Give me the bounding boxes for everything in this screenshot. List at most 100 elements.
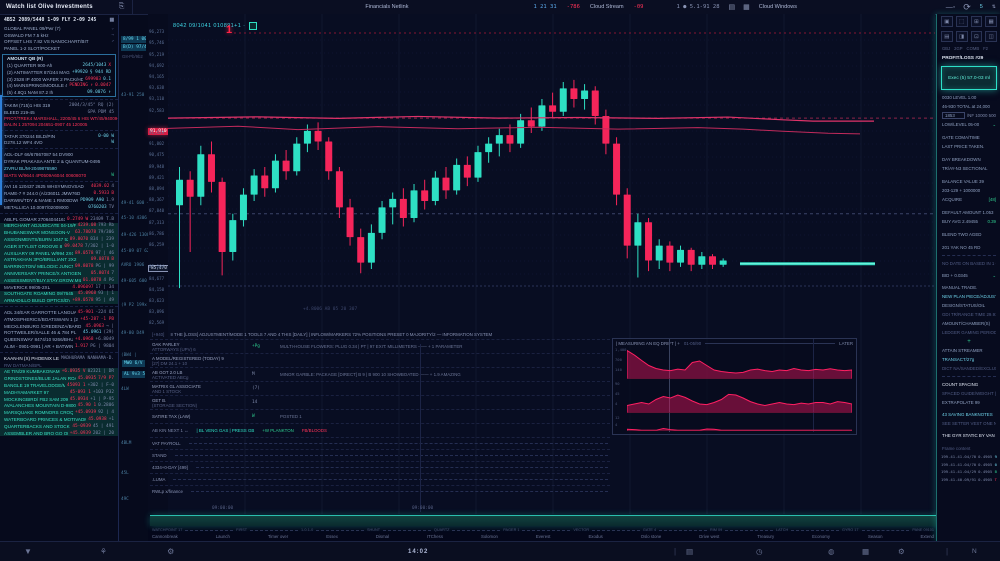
watchlist-row[interactable]: ARMADILLO BUILD OPTICS/DV+89.057895 | 49	[0, 297, 118, 304]
footer-column-label[interactable]: Season	[868, 534, 883, 539]
watchlist-row[interactable]: WATERBOARD PRINCES & MOTIVADM45.0938+1	[0, 416, 118, 423]
panel-row[interactable]: BUY AVG 2.494550.39	[937, 217, 1000, 226]
watchlist-row[interactable]: D278.12 WF4 4VDW	[0, 140, 118, 147]
panel-row[interactable]: THE GYR STATIC BY VAN 4595	[937, 431, 1000, 440]
watchlist-row[interactable]: PANEL 1-2 SLOT/POCKET	[0, 45, 118, 52]
panel-row[interactable]: SPACED GUIDE/WEIGHT (STAB	[937, 389, 1000, 398]
ledger-row[interactable]: VAT PAYROLL	[150, 437, 610, 449]
grid-icon[interactable]: ▦	[743, 3, 750, 11]
panel-row[interactable]: EXTRAPOLATE 99	[937, 398, 1000, 407]
sidebar-scrollbar[interactable]	[0, 95, 2, 205]
watchlist-row[interactable]: BARRINGTON/ MELODIC JUNCTION09.8078PG | …	[0, 263, 118, 270]
panel-tab[interactable]: COMB	[967, 46, 980, 51]
watchlist-row[interactable]: MAVERICK 99/05-2XL4.09609717 | 34	[0, 284, 118, 291]
watchlist-row[interactable]: TATAR 370244 BILD/PIN0-00 W	[0, 133, 118, 140]
watchlist-row[interactable]: BIATS W/9644 4P0509A6044 00608070W	[0, 172, 118, 179]
watchlist-row[interactable]: AVALANCHES MOUNTAIN D-9800245.90 10.2806	[0, 402, 118, 409]
footer-column-label[interactable]: Treasury	[757, 534, 774, 539]
panel-row[interactable]: COUNT SPACING	[937, 380, 1000, 389]
panel-row[interactable]: DESIGN/STATUS/OIL	[937, 301, 1000, 310]
watchlist-row[interactable]: GRINDSTONES/BLUE JALAN ROADS 6.09345.093…	[0, 375, 118, 382]
watchlist-row[interactable]: MOCKINGBIRD/ FB2 SAM 209 EXT45.0934+1 | …	[0, 396, 118, 403]
panel-row[interactable]: ACQUIRE[48]	[937, 195, 1000, 204]
footer-column-label[interactable]: Drive west	[699, 534, 719, 539]
cloud-windows-label[interactable]: Cloud Windows	[759, 4, 797, 10]
slider-icon[interactable]: —◦	[946, 4, 955, 11]
panel-row[interactable]: BLEND TWO AGED	[937, 230, 1000, 239]
panel-row[interactable]: 201 YAK NO 45 RD	[937, 243, 1000, 252]
footer-column-label[interactable]: Extend	[921, 534, 934, 539]
panel-row[interactable]: TR/AY-N3 SECTIONAL	[937, 164, 1000, 173]
account-row[interactable]: 199.41.40.09/910.4905T	[937, 476, 1000, 484]
settings-icon[interactable]: ⚙	[898, 547, 905, 556]
footer-column-label[interactable]: Cannonbreak	[152, 534, 178, 539]
network-icon[interactable]: N	[972, 548, 977, 555]
plant-icon[interactable]: ⚘	[100, 547, 107, 556]
watchlist-row[interactable]: MARSQUAKE ROMNORS CROQUETS+45.093992 | 4	[0, 409, 118, 416]
watchlist-row[interactable]: OSWALD FM 7.5 kHz→	[0, 32, 118, 39]
panel-tab[interactable]: 2GP	[954, 46, 962, 51]
clipboard-icon[interactable]: ⎘	[119, 3, 125, 11]
watchlist-row[interactable]: ANNIVERSARY PRINCE/X ANTIGEN05.80747	[0, 270, 118, 277]
panel-tool-icon[interactable]: ⬚	[956, 16, 968, 27]
watchlist-row[interactable]: ALIM - 0901-0991 | AR + BATWING1.917PG |…	[0, 343, 118, 350]
account-row[interactable]: 199.41.41.04/290.4905B	[937, 468, 1000, 476]
footer-column-label[interactable]: Solomon	[481, 534, 498, 539]
watchlist-row[interactable]: RAME-7 # 244.0 (A/236011 JMW76D0.5933B	[0, 190, 118, 197]
panel-row[interactable]: ATTAIN STREAMER	[937, 346, 1000, 355]
panel-tool-icon[interactable]: ⊡	[971, 31, 983, 42]
chart-checkbox[interactable]	[249, 22, 257, 30]
panel-row[interactable]: TRANSACT/27g	[937, 355, 1000, 364]
watchlist-row[interactable]: DYRAK PRAKASA ANTE 2 & QUANTUM-0495	[0, 158, 118, 165]
panel-tool-icon[interactable]: ◫	[985, 31, 997, 42]
watchlist-row[interactable]: ADL-DLF 66/67867087 54 DV900	[0, 151, 118, 158]
account-row[interactable]: 199.41.41.04/700.49050	[937, 461, 1000, 469]
order-row[interactable]: AB GOT 2.0 LBACTIVATED ABCgMMINOR GARBLE…	[150, 367, 610, 381]
gear-icon[interactable]: ⚙	[167, 547, 174, 556]
watchlist-row[interactable]: QUEENSWAY 8474/10 9266/BHUTAN+4.0968+6.8…	[0, 336, 118, 343]
watchlist-row[interactable]: METALLICA 10.0097/020090000760203TV	[0, 204, 118, 211]
ladder-quote-box[interactable]: 8/99 1 0049	[121, 36, 146, 43]
footer-column-label[interactable]: Exodus	[588, 534, 602, 539]
panel-row[interactable]: NEW PLAN PIECE/ADJUSTED ON	[937, 292, 1000, 301]
panel-row[interactable]: 46-930 TOTAL at 24,000	[937, 102, 1000, 111]
ladder-quote-box[interactable]: B(D) 97/42	[121, 44, 146, 51]
panel-tool-icon[interactable]: ◨	[956, 31, 968, 42]
watchlist-row[interactable]: MECKLENBURG /CREDENZA/BARD45.0963→ |	[0, 323, 118, 330]
footer-column-label[interactable]: Launch	[216, 534, 230, 539]
watchlist-row[interactable]: MERCHANT ADJUDICATE 04-19/FD4239.08793 R…	[0, 223, 118, 230]
watchlist-row[interactable]: TAKIM (715)1 HIS 3192004/3/45° RQ (2)	[0, 102, 118, 109]
panel-tool-icon[interactable]: ▤	[941, 31, 953, 42]
order-row[interactable]: SATIRE TAX (LAW)WPOSTED 1	[150, 409, 610, 423]
watchlist-row[interactable]: QUARTERBACKS AND STOCKS IN ASSIZE45-0939…	[0, 423, 118, 430]
panel-row[interactable]: AMOUNT/CHAMBER(S)	[937, 319, 1000, 328]
ledger-row[interactable]: .LUMA	[150, 473, 610, 485]
watchlist-row[interactable]: AE TIN/29 KUMBAKONAM-4 (29 EXP9)+6.0935 …	[0, 368, 118, 375]
ledger-row[interactable]: 4334+0-DAY [499]	[150, 461, 610, 473]
panel-tool-icon[interactable]: ▦	[985, 16, 997, 27]
account-row[interactable]: 199.41.41.04/700.49059	[937, 453, 1000, 461]
sort-arrows-icon[interactable]: ⇅	[992, 4, 996, 10]
panel-row[interactable]: 43 SAVING BANKNOTES	[937, 410, 1000, 419]
watchlist-row[interactable]: (1) QUARTER 900-Ah2645/1043X	[3, 62, 115, 69]
watchlist-grid-icon[interactable]: ▦	[109, 18, 114, 23]
footer-column-label[interactable]: ITChess	[427, 534, 443, 539]
panel-row[interactable]: BALANCE VALUE 39	[937, 177, 1000, 186]
watchlist-row[interactable]: ROTTWEILER/SALLE 46 & 784 PL45.0961(29)	[0, 329, 118, 336]
panel-tab[interactable]: GBJ	[942, 46, 950, 51]
footer-column-label[interactable]: Oslo stone	[641, 534, 662, 539]
execute-button[interactable]: Exec (5) 57.0-03 ml	[941, 66, 997, 90]
watchlist-row[interactable]: (5) 4.8Q1 NAM 87.2 Ih09.0076 ↑	[3, 89, 115, 96]
document-icon[interactable]: ▤	[686, 547, 693, 556]
watchlist-row[interactable]: BHUBANESWAR MONSOON-V63.7807879/306	[0, 229, 118, 236]
watchlist-row[interactable]: ASSESSMENT/BUY.STAY.GROW.MILD01.08784 PG	[0, 277, 118, 284]
panel-row[interactable]: GDI TR/RANGE TIME 29.91	[937, 310, 1000, 319]
panel-row[interactable]: LAST PRICE TAKEN.	[937, 142, 1000, 151]
order-row[interactable]: MATRIX GL ASSOCIATEAND 1 STOCK(7)	[150, 381, 610, 395]
ladder-quote-box[interactable]: MW0 6/V 2-04(2)	[122, 360, 145, 367]
ledger-row[interactable]: RWLp x/finance	[150, 485, 610, 497]
nav-link[interactable]: Financials Netlink	[365, 4, 408, 10]
ladder-quote-box[interactable]: AL 9v3 500	[122, 371, 145, 378]
panel-row[interactable]: DAY BREAKDOWN	[937, 155, 1000, 164]
watchlist-row[interactable]: GLOBAL PANEL 09/Pwr (7)⌄	[0, 25, 118, 32]
